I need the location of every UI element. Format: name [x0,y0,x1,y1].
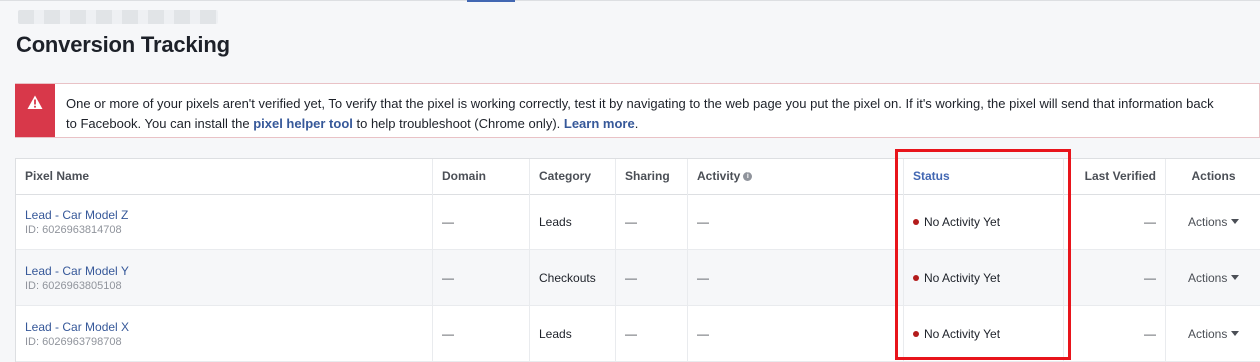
status-badge: No Activity Yet [913,327,1000,341]
header-actions: Actions [1191,169,1236,183]
status-badge: No Activity Yet [913,271,1000,285]
status-label: No Activity Yet [924,271,1001,285]
header-activity[interactable]: Activity i [688,159,904,194]
last-verified-cell: — [1064,306,1166,362]
warning-alert: One or more of your pixels aren't verifi… [15,83,1260,138]
alert-text-after: . [634,116,639,131]
actions-cell: Actions [1166,194,1260,250]
active-tab-indicator [467,0,515,2]
header-category[interactable]: Category [530,159,616,194]
category-cell: Checkouts [530,250,616,306]
alert-message: One or more of your pixels aren't verifi… [66,94,1226,134]
pixel-name-cell: Lead - Car Model Y ID: 6026963805108 [16,250,433,306]
pixel-id: ID: 6026963798708 [25,336,122,348]
category-cell: Leads [530,194,616,250]
activity-cell: — [688,194,904,250]
last-verified-value: — [1144,215,1156,229]
header-last-verified[interactable]: Last Verified [1064,159,1166,194]
domain-cell: — [433,306,530,362]
actions-label: Actions [1188,327,1228,341]
header-status[interactable]: Status [904,159,1064,194]
status-cell: No Activity Yet [904,250,1064,306]
status-dot-icon [913,331,919,337]
category-value: Leads [539,215,572,229]
activity-value: — [697,215,709,229]
caret-down-icon [1231,331,1240,336]
status-label: No Activity Yet [924,327,1001,341]
domain-value: — [442,215,454,229]
sharing-cell: — [616,306,688,362]
status-dot-icon [913,275,919,281]
status-badge: No Activity Yet [913,215,1000,229]
pixel-id: ID: 6026963814708 [25,224,122,236]
sharing-cell: — [616,194,688,250]
last-verified-value: — [1144,327,1156,341]
last-verified-cell: — [1064,194,1166,250]
blurred-breadcrumb [18,10,218,24]
pixel-name-cell: Lead - Car Model Z ID: 6026963814708 [16,194,433,250]
category-value: Leads [539,327,572,341]
header-sharing[interactable]: Sharing [616,159,688,194]
table-row: Lead - Car Model Y ID: 6026963805108 — C… [16,250,1260,306]
category-cell: Leads [530,306,616,362]
actions-cell: Actions [1166,250,1260,306]
warning-icon [27,95,43,109]
pixel-helper-tool-link[interactable]: pixel helper tool [253,116,353,131]
last-verified-cell: — [1064,250,1166,306]
caret-down-icon [1231,275,1240,280]
pixel-name-cell: Lead - Car Model X ID: 6026963798708 [16,306,433,362]
pixel-name-link[interactable]: Lead - Car Model X [25,320,129,334]
pixel-table: Pixel Name Domain Category Sharing Activ… [15,158,1260,362]
header-pixel-name[interactable]: Pixel Name [16,159,433,194]
alert-text-before: One or more of your pixels aren't verifi… [66,96,1214,131]
alert-text-middle: to help troubleshoot (Chrome only). [352,116,564,131]
sharing-value: — [625,327,637,341]
activity-value: — [697,327,709,341]
category-value: Checkouts [539,271,596,285]
domain-cell: — [433,194,530,250]
pixel-name-link[interactable]: Lead - Car Model Z [25,208,128,222]
domain-value: — [442,327,454,341]
status-dot-icon [913,219,919,225]
sharing-value: — [625,271,637,285]
actions-dropdown[interactable]: Actions [1188,271,1240,285]
caret-down-icon [1231,219,1240,224]
last-verified-value: — [1144,271,1156,285]
actions-dropdown[interactable]: Actions [1188,215,1240,229]
actions-dropdown[interactable]: Actions [1188,327,1240,341]
pixel-id: ID: 6026963805108 [25,280,122,292]
activity-value: — [697,271,709,285]
info-icon[interactable]: i [743,172,753,182]
status-label: No Activity Yet [924,215,1001,229]
learn-more-link[interactable]: Learn more [564,116,635,131]
header-activity-label: Activity [697,169,741,183]
table-row: Lead - Car Model Z ID: 6026963814708 — L… [16,194,1260,250]
header-domain[interactable]: Domain [433,159,530,194]
table-row: Lead - Car Model X ID: 6026963798708 — L… [16,306,1260,362]
status-cell: No Activity Yet [904,194,1064,250]
alert-icon-strip [15,84,55,137]
actions-label: Actions [1188,271,1228,285]
actions-cell: Actions [1166,306,1260,362]
domain-cell: — [433,250,530,306]
page-title: Conversion Tracking [16,32,230,57]
sharing-cell: — [616,250,688,306]
activity-cell: — [688,306,904,362]
sharing-value: — [625,215,637,229]
pixel-name-link[interactable]: Lead - Car Model Y [25,264,129,278]
activity-cell: — [688,250,904,306]
status-cell: No Activity Yet [904,306,1064,362]
table-header: Pixel Name Domain Category Sharing Activ… [16,159,1260,195]
actions-label: Actions [1188,215,1228,229]
domain-value: — [442,271,454,285]
top-divider [0,0,1260,1]
